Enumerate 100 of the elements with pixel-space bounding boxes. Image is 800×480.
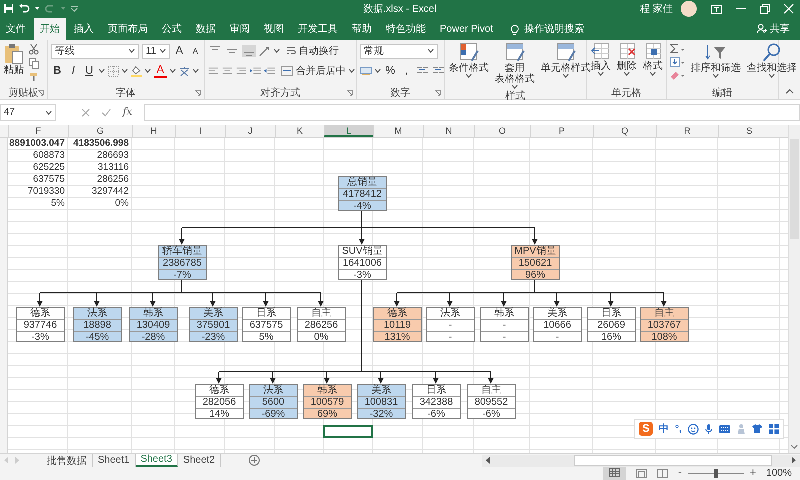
name-box[interactable]: 47 bbox=[0, 104, 56, 121]
cells-button[interactable]: 插入 bbox=[590, 43, 612, 76]
lightbulb-icon[interactable] bbox=[511, 24, 520, 34]
minimize-icon[interactable] bbox=[736, 8, 746, 10]
text-orientation-icon[interactable] bbox=[259, 46, 271, 56]
zoom-thumb[interactable] bbox=[714, 469, 718, 478]
column-header[interactable]: H bbox=[132, 125, 175, 137]
grow-font-button[interactable]: A bbox=[173, 45, 186, 57]
keyboard-icon[interactable] bbox=[719, 424, 731, 434]
page-layout-icon[interactable] bbox=[636, 469, 648, 478]
insert-function-button[interactable]: fx bbox=[123, 107, 132, 118]
increase-decimal-icon[interactable] bbox=[416, 66, 429, 76]
horizontal-scrollbar[interactable] bbox=[482, 454, 800, 466]
column-header[interactable]: P bbox=[530, 125, 593, 137]
avatar-icon[interactable] bbox=[681, 1, 697, 17]
decrease-decimal-icon[interactable] bbox=[432, 66, 445, 76]
cells-button[interactable]: 格式 bbox=[642, 43, 664, 76]
caret-icon[interactable] bbox=[624, 72, 630, 76]
fill-color-icon[interactable] bbox=[131, 65, 142, 77]
sum-icon[interactable] bbox=[670, 44, 686, 54]
style-button[interactable]: 条件格式 bbox=[448, 43, 490, 78]
restore-icon[interactable] bbox=[760, 4, 770, 14]
style-button[interactable]: 单元格样式 bbox=[540, 43, 592, 78]
column-header[interactable]: O bbox=[474, 125, 530, 137]
ribbon-tab[interactable]: 帮助 bbox=[346, 18, 378, 40]
phonetic-icon[interactable] bbox=[179, 66, 190, 76]
person-icon[interactable] bbox=[757, 24, 767, 34]
percent-button[interactable]: % bbox=[384, 65, 397, 77]
ribbon-tab[interactable]: 视图 bbox=[258, 18, 290, 40]
style-button[interactable]: 套用 表格格式 bbox=[494, 43, 536, 89]
caret-icon[interactable] bbox=[46, 110, 52, 114]
indent-icon[interactable] bbox=[264, 66, 275, 76]
caret-icon[interactable] bbox=[650, 72, 656, 76]
ribbon-tab[interactable]: 插入 bbox=[68, 18, 100, 40]
column-header[interactable]: I bbox=[175, 125, 225, 137]
horizontal-align-icon[interactable] bbox=[222, 66, 233, 76]
page-break-icon[interactable] bbox=[657, 469, 668, 478]
scroll-left-icon[interactable] bbox=[486, 457, 490, 464]
share-button[interactable]: 共享 bbox=[770, 22, 790, 36]
ribbon-tab[interactable]: 开始 bbox=[34, 18, 66, 40]
caret-icon[interactable] bbox=[193, 69, 199, 73]
column-header[interactable]: J bbox=[225, 125, 275, 137]
column-header[interactable]: S bbox=[718, 125, 780, 137]
cells-button[interactable]: 删除 bbox=[616, 43, 638, 76]
selected-cell[interactable] bbox=[323, 425, 373, 438]
customize-icon[interactable] bbox=[71, 6, 78, 12]
editing-button[interactable]: 查找和选择 bbox=[746, 43, 798, 78]
microphone-icon[interactable] bbox=[705, 424, 713, 434]
check-icon[interactable] bbox=[102, 108, 111, 116]
normal-view-button[interactable] bbox=[603, 466, 626, 480]
font-style-button[interactable]: U bbox=[83, 65, 96, 77]
column-header[interactable]: N bbox=[423, 125, 474, 137]
horizontal-align-icon[interactable] bbox=[208, 66, 219, 76]
horizontal-align-icon[interactable] bbox=[236, 66, 247, 76]
dialog-launcher-icon[interactable] bbox=[195, 90, 201, 96]
caret-icon[interactable] bbox=[145, 69, 151, 73]
column-header[interactable]: L bbox=[324, 125, 373, 137]
wrap-text-button[interactable]: 自动换行 bbox=[286, 44, 339, 58]
scissors-icon[interactable] bbox=[29, 44, 39, 55]
dialog-launcher-icon[interactable] bbox=[347, 90, 353, 96]
close-icon[interactable] bbox=[784, 4, 794, 14]
font-color-button[interactable]: A bbox=[154, 64, 167, 78]
scroll-right-icon[interactable] bbox=[792, 457, 796, 464]
caret-icon[interactable] bbox=[122, 69, 128, 73]
column-header[interactable]: Q bbox=[593, 125, 656, 137]
caret-icon[interactable] bbox=[35, 7, 40, 11]
number-format-field[interactable]: 常规 bbox=[360, 44, 438, 58]
caret-icon[interactable] bbox=[598, 72, 604, 76]
caret-icon[interactable] bbox=[466, 74, 472, 78]
column-header[interactable]: R bbox=[656, 125, 718, 137]
column-header[interactable]: M bbox=[373, 125, 423, 137]
font-style-button[interactable]: I bbox=[67, 65, 80, 77]
caret-icon[interactable] bbox=[375, 69, 381, 73]
caret-icon[interactable] bbox=[512, 85, 518, 89]
collapse-ribbon-icon[interactable] bbox=[786, 89, 794, 94]
ribbon-tab[interactable]: 页面布局 bbox=[102, 18, 154, 40]
ribbon-tab[interactable]: 审阅 bbox=[224, 18, 256, 40]
editing-button[interactable]: 排序和筛选 bbox=[690, 43, 742, 78]
comma-button[interactable]: , bbox=[400, 65, 413, 77]
grid-icon[interactable] bbox=[769, 424, 779, 434]
column-header[interactable]: F bbox=[8, 125, 68, 137]
column-header[interactable]: G bbox=[68, 125, 132, 137]
shrink-font-button[interactable]: A bbox=[189, 46, 202, 56]
caret-icon[interactable] bbox=[428, 49, 434, 53]
paintbrush-icon[interactable] bbox=[29, 72, 39, 82]
caret-icon[interactable] bbox=[563, 74, 569, 78]
merge-center-button[interactable]: 合并后居中 bbox=[281, 64, 346, 78]
tell-me-search[interactable]: 操作说明搜索 bbox=[524, 22, 584, 36]
zoom-level[interactable]: 100% bbox=[766, 468, 792, 479]
caret-icon[interactable] bbox=[129, 49, 135, 53]
copy-icon[interactable] bbox=[29, 58, 39, 69]
ribbon-tab[interactable]: Power Pivot bbox=[434, 18, 500, 40]
add-sheet-icon[interactable] bbox=[249, 455, 260, 466]
caret-icon[interactable] bbox=[769, 74, 775, 78]
fill-down-icon[interactable] bbox=[670, 57, 686, 67]
font-size-field[interactable]: 11 bbox=[142, 44, 170, 58]
ribbon-tab[interactable]: 文件 bbox=[0, 18, 32, 40]
ribbon-tab[interactable]: 特色功能 bbox=[380, 18, 432, 40]
indent-icon[interactable] bbox=[250, 66, 261, 76]
dialog-launcher-icon[interactable] bbox=[38, 90, 44, 96]
